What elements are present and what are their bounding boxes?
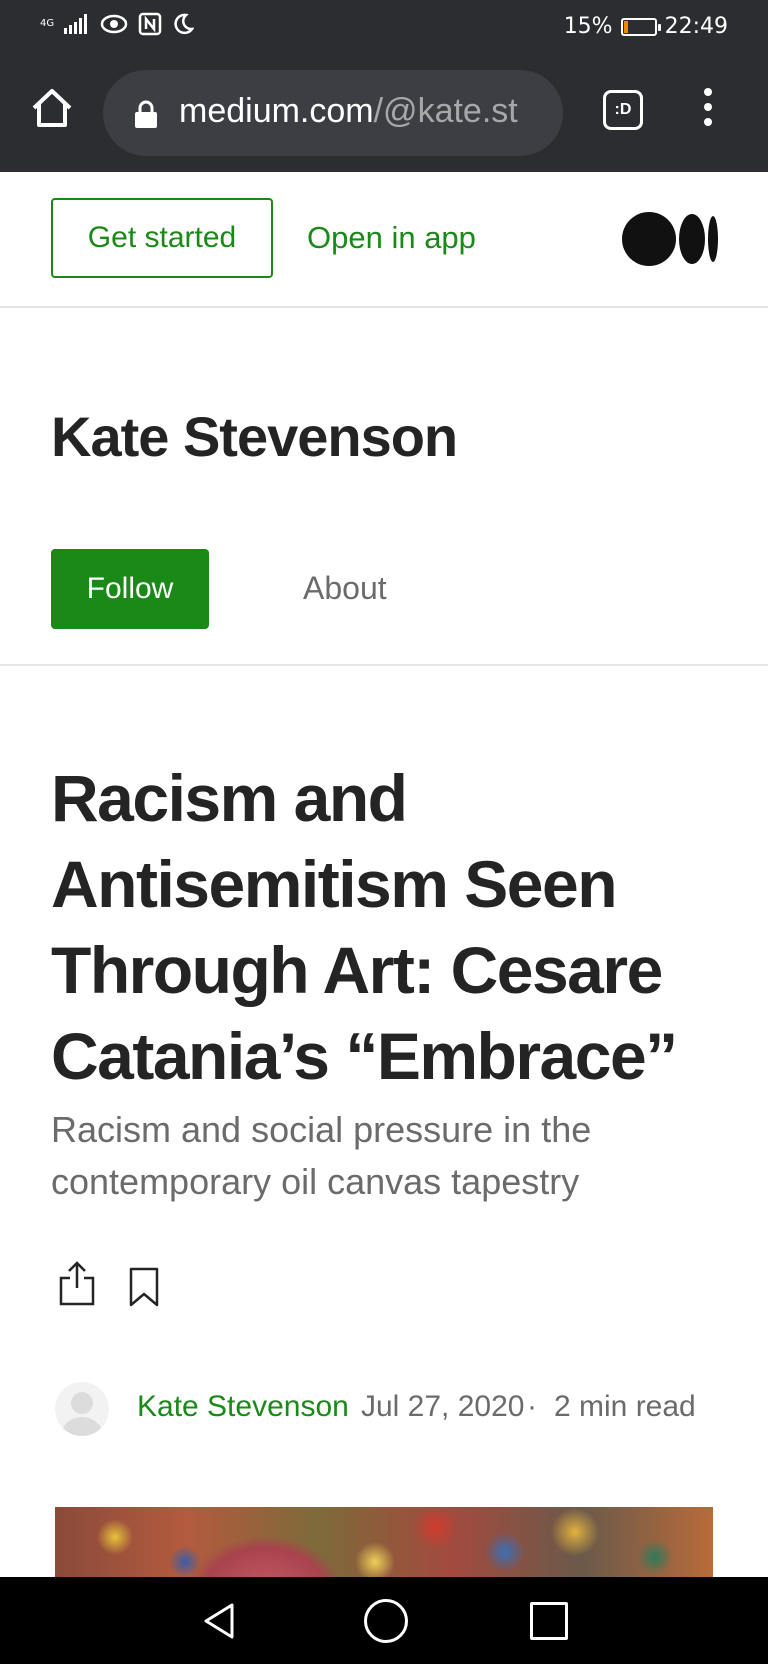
home-nav-icon[interactable] [364, 1599, 408, 1643]
article-hero-image [55, 1507, 713, 1577]
back-icon[interactable] [200, 1601, 240, 1641]
article-byline: Kate Stevenson Jul 27, 2020 · 2 min read [55, 1382, 755, 1438]
nfc-icon [138, 12, 162, 36]
user-icon [61, 1392, 103, 1436]
article-subtitle: Racism and social pressure in the contem… [51, 1109, 592, 1202]
profile-name[interactable]: Kate Stevenson [51, 404, 458, 469]
medium-logo-icon[interactable] [622, 212, 718, 266]
site-header: Get started Open in app [0, 172, 768, 308]
tab-switcher-button[interactable]: :D [603, 90, 643, 130]
lock-icon [135, 100, 157, 128]
get-started-button[interactable]: Get started [51, 198, 273, 278]
browser-toolbar: medium.com/@kate.st :D [0, 54, 768, 172]
network-type: 4G [40, 18, 55, 29]
url-text[interactable]: medium.com/@kate.st [179, 92, 549, 131]
status-bar: 4G 15% 22:49 [0, 0, 768, 54]
battery-level [623, 20, 629, 33]
status-right: 15% 22:49 [564, 14, 728, 39]
author-name-link[interactable]: Kate Stevenson [137, 1390, 349, 1424]
byline-separator: · [527, 1390, 537, 1423]
address-bar[interactable]: medium.com/@kate.st [103, 70, 563, 156]
share-icon[interactable] [58, 1260, 96, 1306]
clock: 22:49 [664, 14, 728, 39]
moon-icon [174, 13, 195, 35]
battery-icon [620, 17, 661, 36]
eye-icon [100, 14, 128, 34]
profile-header: Kate Stevenson Follow About [0, 306, 768, 666]
bookmark-icon[interactable] [128, 1267, 160, 1307]
battery-percent: 15% [563, 14, 613, 39]
signal-icon [64, 14, 88, 34]
about-link[interactable]: About [303, 570, 387, 607]
read-time: 2 min read [554, 1390, 696, 1423]
system-navigation-bar [0, 1577, 768, 1664]
overflow-menu-icon[interactable] [698, 84, 718, 136]
open-in-app-link[interactable]: Open in app [307, 220, 476, 256]
publish-date: Jul 27, 2020 [361, 1390, 525, 1423]
url-host: medium.com [179, 92, 374, 130]
article-title: Racism and Antisemitism Seen Through Art… [51, 761, 678, 1093]
follow-button[interactable]: Follow [51, 549, 209, 629]
status-left: 4G [40, 12, 195, 36]
url-path: /@kate.st [373, 92, 518, 130]
home-icon[interactable] [30, 86, 74, 130]
recent-apps-icon[interactable] [530, 1602, 568, 1640]
author-avatar[interactable] [55, 1382, 109, 1436]
